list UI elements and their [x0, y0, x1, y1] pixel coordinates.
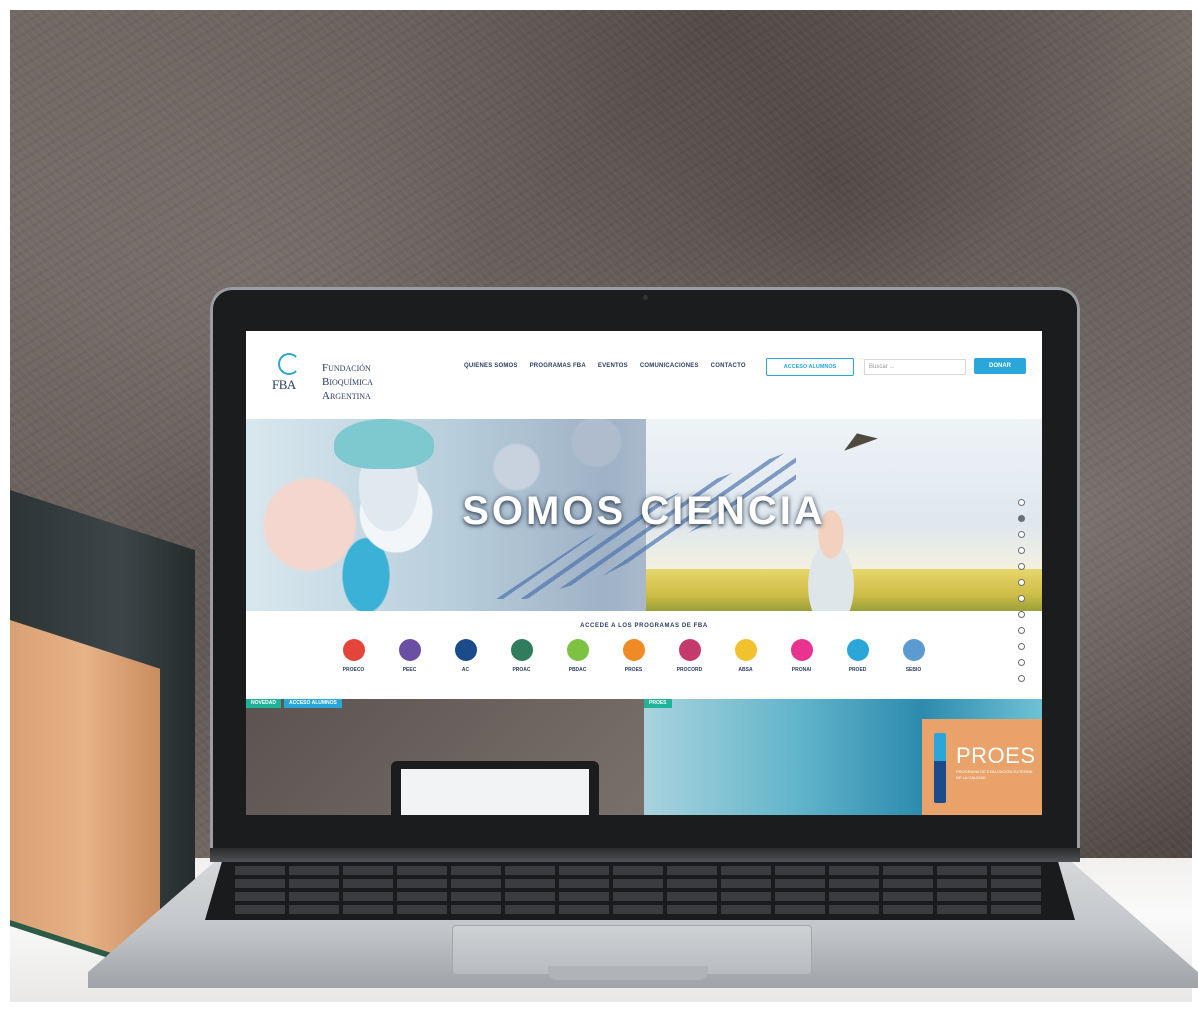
laptop-thumbnail-image [391, 761, 599, 815]
nav-item-programas[interactable]: PROGRAMAS FBA [530, 363, 586, 369]
program-item[interactable]: PROAC [500, 639, 543, 673]
program-label: PEEC [402, 667, 417, 673]
program-item[interactable]: SEBIO [892, 639, 935, 673]
card-tag: NOVEDAD [246, 699, 282, 708]
program-icon [342, 639, 365, 661]
program-icon [846, 639, 869, 661]
program-label: PROECO [342, 667, 365, 673]
slider-dot[interactable] [1018, 515, 1025, 522]
program-item[interactable]: PRONAI [780, 639, 823, 673]
program-item[interactable]: ABSA [724, 639, 767, 673]
program-icon [566, 639, 589, 661]
main-nav: QUIENES SOMOS PROGRAMAS FBA EVENTOS COMU… [464, 363, 746, 369]
laptop-chin [210, 848, 1080, 862]
program-item[interactable]: PROED [836, 639, 879, 673]
program-label: AC [461, 667, 470, 673]
program-icon [678, 639, 701, 661]
hero-title: SOMOS CIENCIA [462, 489, 826, 533]
nav-item-eventos[interactable]: EVENTOS [598, 363, 628, 369]
slider-dot[interactable] [1018, 579, 1025, 586]
book-pages [10, 620, 160, 975]
slider-dot[interactable] [1018, 563, 1025, 570]
program-icon [902, 639, 925, 661]
slider-dot[interactable] [1018, 659, 1025, 666]
program-item[interactable]: PBDAC [556, 639, 599, 673]
news-card-left[interactable]: NOVEDAD ACCESO ALUMNOS [246, 699, 644, 815]
news-card-right[interactable]: PROES PROES PROGRAMA DE EVALUACIÓN EXTER… [644, 699, 1042, 815]
program-label: PROAC [512, 667, 531, 673]
laptop-keyboard [205, 860, 1075, 920]
program-label: PROES [624, 667, 643, 673]
slider-dot[interactable] [1018, 499, 1025, 506]
search-input[interactable]: Buscar ... [864, 359, 966, 375]
slider-dot[interactable] [1018, 675, 1025, 682]
program-label: PROCORD [676, 667, 703, 673]
program-item[interactable]: PROCORD [668, 639, 711, 673]
site-header: FBA Fundación Bioquímica Argentina QUIEN… [246, 331, 1042, 419]
logo-text[interactable]: Fundación Bioquímica Argentina [322, 361, 373, 403]
program-item[interactable]: PEEC [388, 639, 431, 673]
laptop-screen: FBA Fundación Bioquímica Argentina QUIEN… [246, 331, 1042, 815]
program-item[interactable]: PROECO [332, 639, 375, 673]
program-label: PROED [848, 667, 867, 673]
program-label: ABSA [738, 667, 753, 673]
laptop-notch [548, 966, 708, 980]
laptop-lid: FBA Fundación Bioquímica Argentina QUIEN… [210, 287, 1080, 857]
slider-dot[interactable] [1018, 595, 1025, 602]
program-label: PRONAI [791, 667, 812, 673]
fba-logo-icon[interactable]: FBA [272, 351, 302, 403]
program-icon [454, 639, 477, 661]
card-tag: ACCESO ALUMNOS [284, 699, 342, 708]
programs-list: PROECO PEEC AC PROAC PBDAC PROES PROCORD ABSA PR… [332, 639, 935, 673]
torch-icon [934, 733, 946, 803]
program-icon [734, 639, 757, 661]
nav-item-comunicaciones[interactable]: COMUNICACIONES [640, 363, 699, 369]
slider-dot[interactable] [1018, 643, 1025, 650]
slider-dot[interactable] [1018, 611, 1025, 618]
slider-dot[interactable] [1018, 531, 1025, 538]
program-item[interactable]: AC [444, 639, 487, 673]
program-icon [510, 639, 533, 661]
program-item[interactable]: PROES [612, 639, 655, 673]
nav-item-quienes-somos[interactable]: QUIENES SOMOS [464, 363, 518, 369]
slider-dot[interactable] [1018, 547, 1025, 554]
access-students-button[interactable]: ACCESO ALUMNOS [766, 358, 854, 376]
program-icon [790, 639, 813, 661]
proes-badge: PROES PROGRAMA DE EVALUACIÓN EXTERNA DE … [922, 719, 1042, 815]
card-tag: PROES [644, 699, 672, 708]
nav-item-contacto[interactable]: CONTACTO [711, 363, 746, 369]
donate-button[interactable]: DONAR [974, 358, 1026, 374]
hero-banner: SOMOS CIENCIA [246, 419, 1042, 611]
webcam-icon [643, 295, 648, 300]
program-label: PBDAC [568, 667, 587, 673]
program-icon [622, 639, 645, 661]
slider-dots [1018, 499, 1025, 682]
programs-title: ACCEDE A LOS PROGRAMAS DE FBA [580, 623, 708, 629]
program-icon [398, 639, 421, 661]
program-label: SEBIO [905, 667, 922, 673]
